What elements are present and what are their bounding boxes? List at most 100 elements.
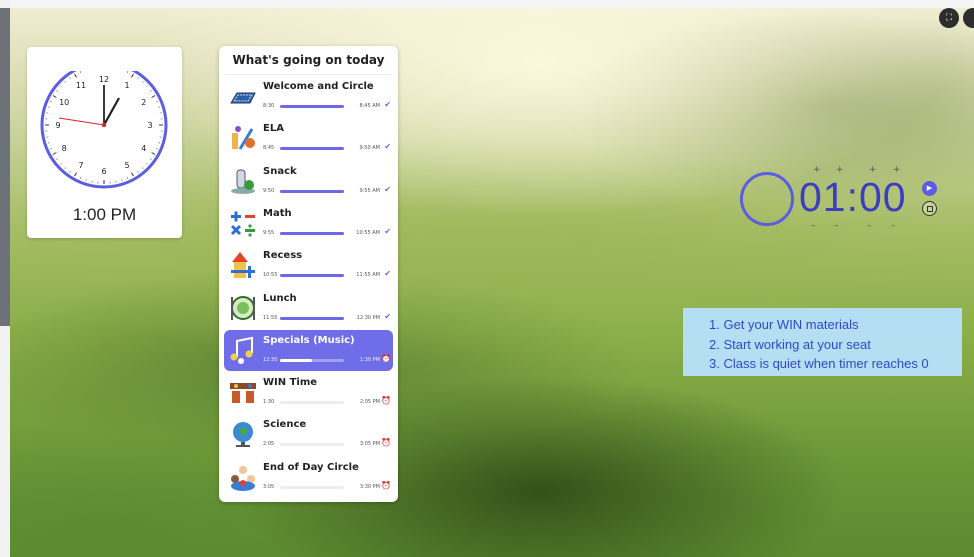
clock-numeral: 4 [141,144,146,153]
schedule-item-name: Recess [263,250,303,262]
left-strip [0,0,10,557]
clock-numeral: 6 [101,167,106,176]
clock-numeral: 9 [55,121,60,130]
schedule-item-end: 2:05 PM [359,399,380,406]
timer-down-button[interactable]: – [891,221,896,231]
schedule-item[interactable]: Math 9:55 10:55 AM ✔ [224,203,393,244]
schedule-item-name: Science [263,419,307,431]
instructions-box[interactable]: 1. Get your WIN materials 2. Start worki… [683,308,962,376]
progress-bar [280,401,344,405]
timer-up-button[interactable]: + [836,165,844,175]
progress-bar [280,189,344,193]
schedule-item-start: 2:05 [263,441,275,448]
timer-ring [740,172,794,226]
check-icon: ✔ [384,100,391,109]
digital-time: 1:00 PM [72,205,137,224]
progress-bar [280,231,344,235]
schedule-item-start: 8:45 [263,145,275,152]
progress-bar [280,316,344,320]
timer-down-button[interactable]: – [811,221,816,231]
schedule-item-name: WIN Time [263,377,318,389]
progress-bar [280,105,344,108]
schedule-item[interactable]: Specials (Music) 12:30 1:30 PM ⏰ [224,329,393,371]
progress-bar [280,485,344,489]
schedule-item-end: 3:30 PM [359,483,380,490]
schedule-item-start: 9:50 [263,187,275,194]
schedule-item[interactable]: Snack 9:50 9:55 AM ✔ [224,161,393,202]
plate-utensils-icon [228,293,258,323]
progress-bar [280,274,344,278]
schedule-item-start: 12:30 [263,356,278,363]
schedule-item-start: 1:30 [263,399,275,406]
schedule-item-name: Specials (Music) [263,334,355,346]
schedule-item-name: Welcome and Circle [263,81,374,92]
schedule-item[interactable]: Welcome and Circle 8:30 8:45 AM ✔ [224,76,393,117]
play-icon[interactable]: ▶ [922,181,937,196]
schedule-item-end: 8:45 AM [359,103,380,109]
timer-down-button[interactable]: – [867,221,872,231]
clock-numeral: 5 [124,161,129,170]
snack-icon [228,166,258,196]
mat-icon [228,81,258,111]
schedule-item-end: 12:30 PM [356,314,380,321]
timer-up-button[interactable]: + [869,165,877,175]
schedule-panel: What's going on today Welcome and Circle… [219,46,398,502]
schedule-item-start: 11:55 [263,314,278,321]
divider [225,74,392,75]
fullscreen-icon[interactable]: ⛶ [939,8,959,28]
clock-numeral: 8 [62,144,67,153]
art-supplies-icon [228,123,258,153]
clock-widget[interactable]: 12 1 2 3 4 5 6 7 8 9 10 11 1:00 PM [27,47,182,238]
stop-icon[interactable] [922,201,937,216]
alarm-icon: ⏰ [381,438,391,448]
left-band [0,8,10,326]
check-icon: ✔ [384,184,391,194]
globe-icon [228,419,258,449]
schedule-item-end: 11:55 AM [356,272,380,279]
timer-up-button[interactable]: + [893,165,901,175]
clock-numeral: 3 [147,121,152,130]
playground-icon [228,250,258,280]
clock-numeral: 12 [99,75,109,84]
clock-numeral: 2 [141,98,146,107]
schedule-item-name: End of Day Circle [263,461,359,473]
alarm-icon: ⏰ [381,396,391,406]
music-notes-icon [228,335,258,365]
check-icon: ✔ [384,142,391,152]
check-icon: ✔ [384,311,391,321]
progress-bar [280,443,344,447]
schedule-item-start: 3:05 [263,483,275,490]
instruction-line: 3. Class is quiet when timer reaches 0 [709,356,929,371]
schedule-item-name: Lunch [263,292,297,304]
schedule-item-start: 9:55 [263,229,275,236]
schedule-item-end: 3:05 PM [359,441,380,448]
instruction-line: 2. Start working at your seat [709,336,871,352]
math-symbols-icon [228,208,258,238]
schedule-item-name: ELA [263,123,284,135]
schedule-item-start: 10:55 [263,272,278,279]
top-strip [0,0,974,8]
schedule-item[interactable]: Science 2:05 3:05 PM ⏰ [224,414,393,455]
schedule-title: What's going on today [232,53,385,67]
clock-numeral: 11 [76,81,86,90]
instruction-line: 1. Get your WIN materials [709,317,859,332]
timer-up-button[interactable]: + [813,165,821,175]
alarm-icon: ⏰ [381,353,391,363]
schedule-item[interactable]: End of Day Circle 3:05 3:30 PM ⏰ [224,457,393,498]
check-icon: ✔ [384,226,391,236]
classroom-icon [228,377,258,407]
schedule-item-start: 8:30 [263,103,275,109]
clock-numeral: 10 [59,98,69,107]
schedule-item[interactable]: Lunch 11:55 12:30 PM ✔ [224,288,393,329]
schedule-item-name: Snack [263,165,297,177]
schedule-item-end: 9:50 AM [359,145,380,152]
schedule-item[interactable]: ELA 8:45 9:50 AM ✔ [224,118,393,159]
progress-bar [280,147,344,151]
schedule-item[interactable]: WIN Time 1:30 2:05 PM ⏰ [224,372,393,413]
timer-display[interactable]: 01:00 [799,174,907,221]
schedule-item-end: 10:55 AM [356,229,380,236]
timer-down-button[interactable]: – [834,221,839,231]
schedule-item[interactable]: Recess 10:55 11:55 AM ✔ [224,245,393,286]
kids-circle-icon [228,462,258,492]
clock-numeral: 7 [78,161,83,170]
